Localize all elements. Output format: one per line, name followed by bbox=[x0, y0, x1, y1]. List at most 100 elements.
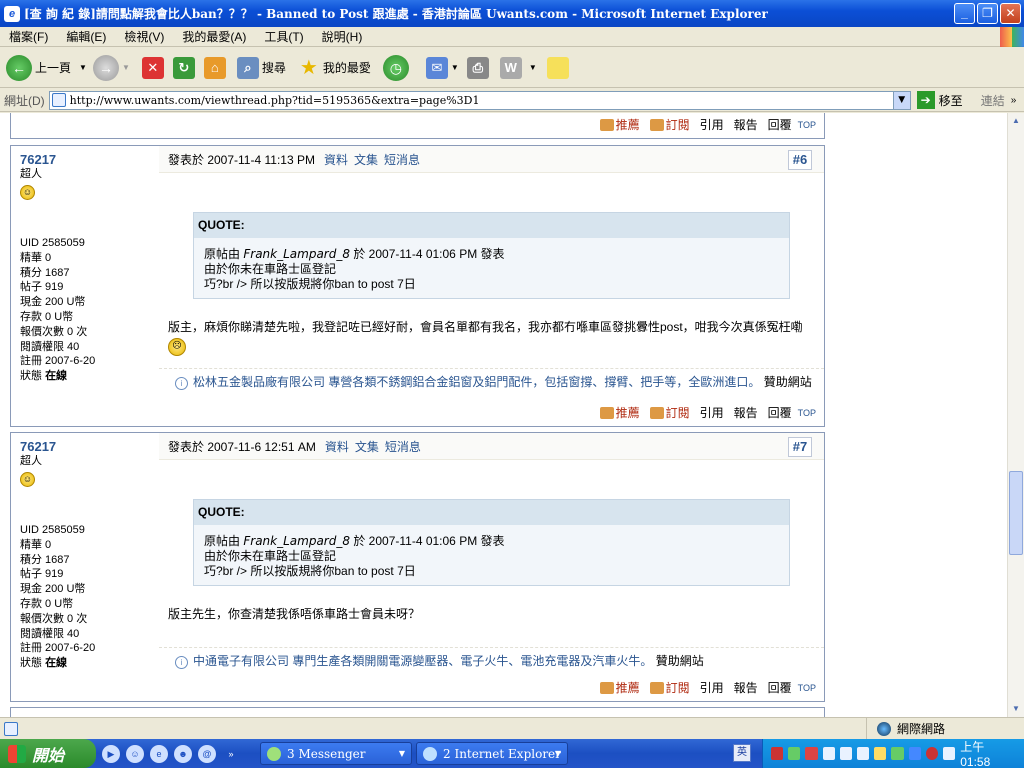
tray-network-icon[interactable] bbox=[822, 747, 835, 760]
edit-dropdown-icon[interactable]: ▼ bbox=[529, 63, 537, 72]
sponsor-link[interactable]: 松林五金製品廠有限公司 專營各類不銹鋼鋁合金鋁窗及鋁門配件，包括窗撐、撐臂、把手… bbox=[193, 375, 760, 389]
user-read-perm: 閱讀權限 40 bbox=[20, 627, 80, 640]
menu-view[interactable]: 檢視(V) bbox=[115, 28, 173, 45]
menu-favorites[interactable]: 我的最愛(A) bbox=[173, 28, 255, 45]
history-icon[interactable]: ◷ bbox=[382, 54, 409, 81]
report-link[interactable]: 報告 bbox=[734, 679, 758, 696]
task-internet-explorer[interactable]: 2 Internet Explorer ▼ bbox=[416, 742, 568, 765]
chevron-right-icon[interactable]: » bbox=[1011, 95, 1017, 106]
links-label[interactable]: 連結 bbox=[981, 92, 1005, 109]
user-status-value: 在線 bbox=[45, 370, 68, 383]
subscribe-link[interactable]: 訂閱 bbox=[666, 404, 690, 421]
clock[interactable]: 上午 01:58 bbox=[960, 738, 1014, 768]
messenger-icon[interactable]: ☺ bbox=[126, 744, 144, 763]
stop-icon[interactable]: ✕ bbox=[141, 56, 164, 79]
minimize-button[interactable]: _ bbox=[954, 3, 975, 24]
browser-quicklaunch-icon[interactable]: @ bbox=[198, 744, 216, 763]
quote-line-2: 由於你未在車路士區登記 bbox=[204, 262, 337, 276]
forward-button[interactable]: → ▼ bbox=[92, 54, 130, 81]
home-icon[interactable]: ⌂ bbox=[203, 56, 226, 79]
back-dropdown-icon[interactable]: ▼ bbox=[79, 63, 87, 72]
quote-prefix: 原帖由 bbox=[204, 534, 241, 548]
user-reports: 報價次數 0 次 bbox=[20, 612, 88, 625]
post-number[interactable]: #6 bbox=[788, 150, 812, 170]
forward-dropdown-icon[interactable]: ▼ bbox=[122, 63, 130, 72]
user-rank: 超人 bbox=[20, 455, 42, 467]
subscribe-link[interactable]: 訂閱 bbox=[666, 116, 690, 133]
print-icon[interactable]: ⎙ bbox=[466, 56, 489, 79]
prev-post-footer: 推薦 訂閱 引用 報告 回覆 TOP bbox=[10, 113, 825, 139]
profile-link[interactable]: 資料 bbox=[325, 438, 349, 455]
menu-tools[interactable]: 工具(T) bbox=[255, 28, 312, 45]
favorites-button[interactable]: ★ 我的最愛 bbox=[298, 57, 371, 79]
menu-help[interactable]: 說明(H) bbox=[313, 28, 372, 45]
tray-app-icon[interactable] bbox=[771, 747, 784, 760]
edit-icon[interactable]: W bbox=[499, 56, 522, 79]
collection-link[interactable]: 文集 bbox=[354, 151, 378, 168]
reply-link[interactable]: 回覆 bbox=[768, 404, 792, 421]
username[interactable]: 76217 bbox=[20, 439, 159, 454]
address-input[interactable]: http://www.uwants.com/viewthread.php?tid… bbox=[48, 90, 911, 110]
menu-edit[interactable]: 編輯(E) bbox=[57, 28, 115, 45]
tray-shield-icon[interactable] bbox=[805, 747, 818, 760]
user-points: 積分 1687 bbox=[20, 266, 70, 279]
message-link[interactable]: 短消息 bbox=[385, 438, 421, 455]
quote-link[interactable]: 引用 bbox=[700, 116, 724, 133]
quote-link[interactable]: 引用 bbox=[700, 679, 724, 696]
quote-box: QUOTE: 原帖由 Frank_Lampard_8 於 2007-11-4 0… bbox=[193, 212, 790, 299]
address-dropdown-icon[interactable]: ▼ bbox=[892, 91, 910, 109]
username[interactable]: 76217 bbox=[20, 152, 159, 167]
media-player-icon[interactable]: ▶ bbox=[102, 744, 120, 763]
mail-dropdown-icon[interactable]: ▼ bbox=[451, 63, 459, 72]
tray-monitor-icon[interactable] bbox=[857, 747, 870, 760]
reply-link[interactable]: 回覆 bbox=[768, 679, 792, 696]
user-deposit: 存款 0 U幣 bbox=[20, 597, 74, 610]
recommend-link[interactable]: 推薦 bbox=[616, 679, 640, 696]
menu-file[interactable]: 檔案(F) bbox=[0, 28, 57, 45]
close-button[interactable]: ✕ bbox=[1000, 3, 1021, 24]
scroll-down-icon[interactable]: ▼ bbox=[1009, 702, 1023, 716]
back-button[interactable]: ← 上一頁 ▼ bbox=[6, 54, 87, 81]
tray-gear-icon[interactable] bbox=[874, 747, 887, 760]
sponsor-link[interactable]: 中通電子有限公司 專門生產各類開關電源變壓器、電子火牛、電池充電器及汽車火牛。 bbox=[193, 654, 652, 668]
tray-display-icon[interactable] bbox=[839, 747, 853, 760]
tray-recycle-icon[interactable] bbox=[788, 747, 801, 760]
smiley-icon: ☺ bbox=[20, 472, 35, 487]
chevron-right-icon[interactable]: » bbox=[222, 745, 240, 763]
recommend-link[interactable]: 推薦 bbox=[616, 404, 640, 421]
note-icon[interactable] bbox=[546, 56, 569, 79]
scroll-up-icon[interactable]: ▲ bbox=[1009, 114, 1023, 128]
profile-link[interactable]: 資料 bbox=[324, 151, 348, 168]
task-messenger[interactable]: 3 Messenger ▼ bbox=[260, 742, 412, 765]
tray-speaker-icon[interactable] bbox=[943, 747, 956, 760]
go-button[interactable]: ➔ 移至 bbox=[916, 91, 963, 109]
back-arrow-icon: ← bbox=[6, 54, 32, 81]
quote-link[interactable]: 引用 bbox=[700, 404, 724, 421]
reply-link[interactable]: 回覆 bbox=[768, 116, 792, 133]
scroll-thumb[interactable] bbox=[1009, 471, 1023, 555]
top-link[interactable]: TOP bbox=[798, 683, 816, 693]
vertical-scrollbar[interactable]: ▲ ▼ bbox=[1007, 113, 1024, 717]
recommend-link[interactable]: 推薦 bbox=[616, 116, 640, 133]
start-button[interactable]: 開始 bbox=[0, 739, 96, 768]
post-number[interactable]: #7 bbox=[788, 437, 812, 457]
window-title: [查 詢 紀 錄]請問點解我會比人ban？？？ - Banned to Post… bbox=[24, 7, 768, 21]
message-text: 版主，麻煩你睇清楚先啦，我登記咗已經好耐，會員名單都有我名，我亦都冇喺車區發挑釁… bbox=[168, 320, 803, 334]
people-icon[interactable]: ☻ bbox=[174, 744, 192, 763]
language-indicator[interactable]: 英 bbox=[733, 744, 751, 762]
ie-quicklaunch-icon[interactable]: e bbox=[150, 744, 168, 763]
report-link[interactable]: 報告 bbox=[734, 404, 758, 421]
message-link[interactable]: 短消息 bbox=[384, 151, 420, 168]
tray-bluetooth-icon[interactable] bbox=[908, 747, 921, 760]
tray-alert-icon[interactable] bbox=[925, 747, 939, 760]
mail-icon[interactable]: ✉ bbox=[425, 56, 448, 79]
restore-button[interactable]: ❐ bbox=[977, 3, 998, 24]
top-link[interactable]: TOP bbox=[798, 120, 816, 130]
collection-link[interactable]: 文集 bbox=[355, 438, 379, 455]
report-link[interactable]: 報告 bbox=[734, 116, 758, 133]
tray-messenger-icon[interactable] bbox=[891, 747, 904, 760]
top-link[interactable]: TOP bbox=[798, 408, 816, 418]
search-button[interactable]: ⌕ 搜尋 bbox=[236, 56, 286, 79]
refresh-icon[interactable]: ↻ bbox=[172, 56, 195, 79]
subscribe-link[interactable]: 訂閱 bbox=[666, 679, 690, 696]
